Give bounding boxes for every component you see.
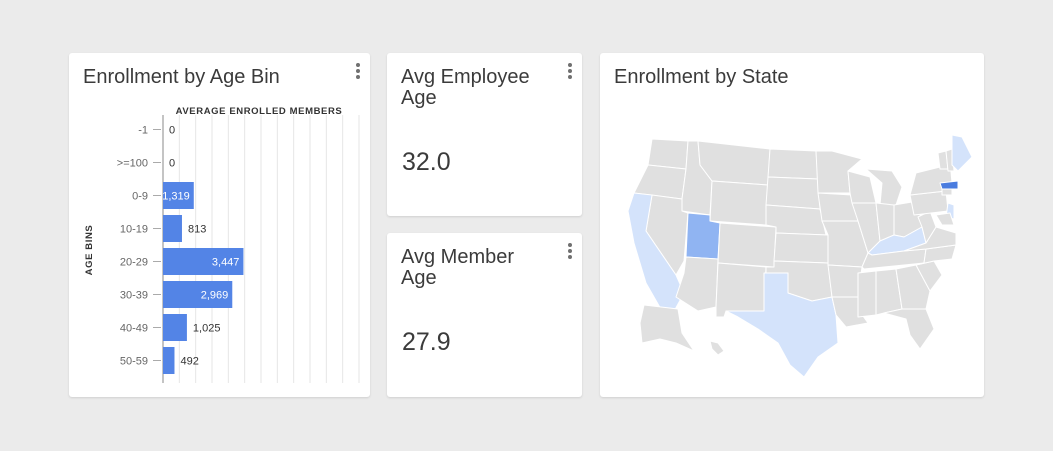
state-AK (639, 304, 695, 352)
state-CT (941, 188, 953, 196)
card-title: Avg Employee Age (401, 66, 530, 109)
state-MA (939, 180, 959, 190)
state-FL (883, 308, 935, 350)
bar (163, 347, 175, 374)
tick-label: 20-29 (120, 257, 148, 269)
tick-label: >=100 (117, 158, 148, 170)
data-label: 492 (180, 356, 198, 368)
more-vertical-icon[interactable] (565, 243, 575, 261)
state-SD (765, 176, 821, 210)
data-label: 0 (169, 125, 175, 137)
state-AR (827, 264, 863, 298)
avg-employee-age-card: Avg Employee Age 32.0 (387, 53, 582, 216)
state-WA (647, 138, 689, 170)
state-HI (709, 340, 725, 356)
state-WI (847, 170, 877, 204)
data-label: 813 (188, 224, 206, 236)
tick-label: -1 (138, 125, 148, 137)
data-label: 3,447 (212, 257, 240, 269)
state-AZ (675, 256, 719, 312)
state-WY (709, 180, 769, 226)
more-vertical-icon[interactable] (565, 63, 575, 81)
state-ND (767, 148, 819, 180)
state-ME (951, 134, 973, 172)
tick-label: 50-59 (120, 356, 148, 368)
state-CO (717, 222, 777, 268)
state-KS (773, 232, 829, 264)
data-label: 1,319 (162, 191, 190, 203)
data-label: 1,025 (193, 323, 221, 335)
age-bin-bar-chart: AVERAGE ENROLLED MEMBERS AGE BINS -1 0 >=100… (84, 106, 360, 383)
state-NM (715, 262, 767, 318)
data-label: 0 (169, 158, 175, 170)
kpi-value: 32.0 (402, 148, 451, 176)
y-axis-title: AGE BINS (84, 225, 95, 276)
tick-label: 10-19 (120, 224, 148, 236)
tick-label: 40-49 (120, 323, 148, 335)
card-title: Avg Member Age (401, 246, 515, 289)
enrollment-by-age-card: Enrollment by Age Bin AVERAGE ENROLLED M… (69, 53, 370, 397)
enrollment-by-state-card: Enrollment by State (600, 53, 984, 397)
tick-label: 30-39 (120, 290, 148, 302)
avg-member-age-card: Avg Member Age 27.9 (387, 233, 582, 397)
kpi-value: 27.9 (402, 328, 451, 356)
state-MS (857, 270, 877, 318)
bar (163, 215, 182, 242)
x-axis-title: AVERAGE ENROLLED MEMBERS (176, 106, 343, 117)
us-states-map[interactable] (600, 53, 984, 397)
bar (163, 314, 187, 341)
data-label: 2,969 (201, 290, 229, 302)
tick-label: 0-9 (132, 191, 148, 203)
